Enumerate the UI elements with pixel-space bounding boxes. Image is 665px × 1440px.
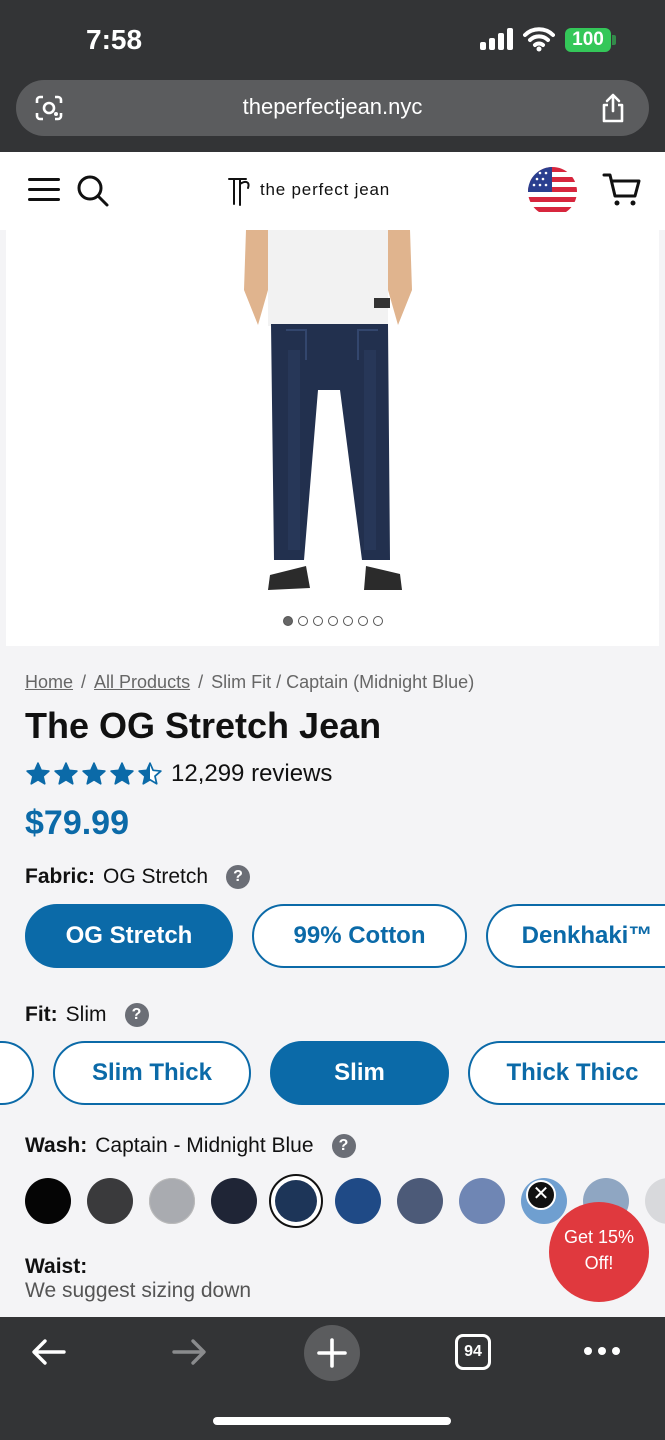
star-icon [26,762,50,785]
gallery-dot[interactable] [282,616,293,626]
site-logo[interactable]: the perfect jean [226,172,390,208]
promo-line-2: Off! [584,1253,614,1273]
promo-line-1: Get 15% [563,1227,635,1247]
forward-icon[interactable] [170,1337,208,1367]
more-menu-icon[interactable] [584,1347,620,1355]
fit-label-row: Fit: Slim ? [25,1003,149,1027]
back-icon[interactable] [30,1337,68,1367]
fabric-value: OG Stretch [103,865,209,888]
product-price: $79.99 [25,804,129,842]
breadcrumb: Home / All Products / Slim Fit / Captain (Mi… [25,672,475,692]
share-icon[interactable] [599,92,627,124]
fit-option-slim[interactable]: Slim [270,1041,449,1105]
star-icon [54,762,78,785]
review-count[interactable]: 12,299 reviews [171,760,332,788]
wash-value: Captain - Midnight Blue [95,1134,314,1157]
cart-icon[interactable] [602,172,642,208]
wash-swatch[interactable] [645,1178,665,1224]
new-tab-button[interactable] [304,1325,360,1381]
breadcrumb-all-products[interactable]: All Products [94,672,190,692]
fit-option-slim-thick[interactable]: Slim Thick [53,1041,251,1105]
wash-swatch[interactable] [459,1178,505,1224]
plus-icon [317,1338,347,1368]
rating-stars [25,761,163,787]
wash-help-icon[interactable]: ? [331,1134,356,1158]
fabric-label: Fabric: [25,865,96,888]
menu-icon[interactable] [28,178,60,202]
wifi-icon [523,27,555,52]
waist-note: We suggest sizing down [25,1279,252,1302]
tab-switcher-button[interactable]: 94 [455,1334,491,1370]
fit-option-thick-thicc[interactable]: Thick Thicc [468,1041,665,1105]
breadcrumb-current: Slim Fit / Captain (Midnight Blue) [211,672,475,692]
gallery-dot[interactable] [327,616,338,626]
close-promo-icon[interactable]: ✕ [526,1180,556,1210]
wash-swatch[interactable] [87,1178,133,1224]
star-icon [110,762,134,785]
wash-label: Wash: [25,1134,88,1157]
wash-swatch[interactable] [335,1178,381,1224]
address-bar[interactable]: theperfectjean.nyc [16,80,649,136]
gallery-dot[interactable] [312,616,323,626]
star-icon [138,762,162,785]
breadcrumb-home[interactable]: Home [25,672,73,692]
logo-mark-icon [228,178,250,206]
gallery-dot[interactable] [297,616,308,626]
fabric-help-icon[interactable]: ? [226,865,251,889]
cellular-signal-icon [480,28,514,50]
us-flag-icon[interactable] [528,167,577,216]
status-time: 7:58 [86,24,143,55]
fabric-option-denkhaki[interactable]: Denkhaki™ [486,904,665,968]
gallery-dot[interactable] [342,616,353,626]
fit-option-partial[interactable] [0,1041,34,1105]
logo-text: the perfect jean [260,180,390,199]
discount-promo-button[interactable]: Get 15% Off! [549,1202,649,1302]
wash-swatch[interactable] [397,1178,443,1224]
site-header: the perfect jean [0,152,665,230]
wash-swatch[interactable] [269,1174,323,1228]
gallery-pagination[interactable] [6,616,659,626]
web-page: the perfect jean Home / All Products / S… [0,152,665,1317]
fabric-option-99-cotton[interactable]: 99% Cotton [252,904,467,968]
wash-swatch[interactable] [25,1178,71,1224]
fabric-option-og-stretch[interactable]: OG Stretch [25,904,233,968]
status-bar: 7:58 100 [0,0,665,78]
star-icon [82,762,106,785]
home-indicator [213,1417,451,1425]
gallery-dot[interactable] [372,616,383,626]
wash-swatch[interactable] [211,1178,257,1224]
search-icon[interactable] [76,174,110,208]
wash-swatch[interactable] [149,1178,195,1224]
fabric-label-row: Fabric: OG Stretch ? [25,865,251,889]
gallery-dot[interactable] [357,616,368,626]
fit-help-icon[interactable]: ? [124,1003,149,1027]
battery-indicator: 100 [565,28,611,52]
waist-label: Waist: [25,1255,88,1278]
fit-label: Fit: [25,1003,58,1026]
wash-label-row: Wash: Captain - Midnight Blue ? [25,1134,356,1158]
product-rating[interactable]: 12,299 reviews [25,760,332,788]
fit-value: Slim [65,1003,107,1026]
url-text[interactable]: theperfectjean.nyc [16,94,649,120]
product-photo [244,230,412,590]
battery-tip [612,35,616,45]
product-image-gallery[interactable] [6,230,659,646]
product-title: The OG Stretch Jean [25,705,382,746]
